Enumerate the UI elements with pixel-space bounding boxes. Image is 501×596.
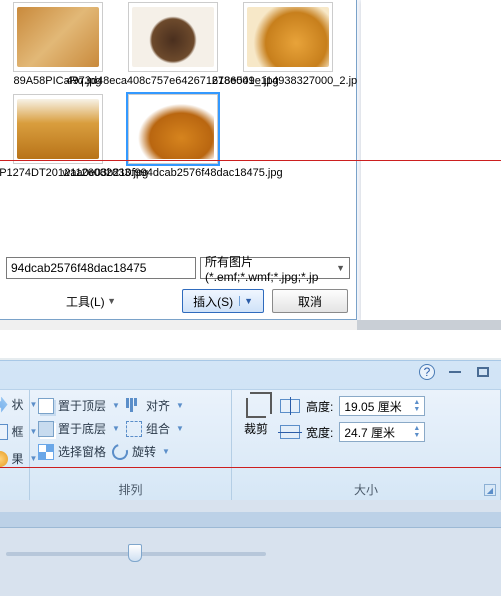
align-label: 对齐 <box>146 397 170 414</box>
width-input[interactable]: 24.7 厘米 ▲▼ <box>339 422 425 442</box>
chevron-down-icon: ▼ <box>112 424 120 433</box>
thumbnail-filename: waa0e03b210f994dcab2576f48dac18475.jpg <box>62 167 282 180</box>
group-icon <box>126 421 142 437</box>
tools-label: 工具(L) <box>66 293 105 310</box>
cancel-button[interactable]: 取消 <box>272 289 348 313</box>
frame-icon <box>0 424 8 440</box>
document-area <box>357 0 501 330</box>
filetype-filter-text: 所有图片(*.emf;*.wmf;*.jpg;*.jp <box>205 253 336 284</box>
ribbon-group-arrange: 置于顶层 ▼ 对齐 ▼ 置于底层 ▼ 组合 ▼ 选择窗格 旋转 ▼ 排列 <box>30 390 232 500</box>
mid-gap <box>0 330 501 360</box>
shapes-icon <box>0 397 8 413</box>
chevron-down-icon: ▼ <box>105 296 116 306</box>
chevron-down-icon: ▼ <box>162 447 170 456</box>
selection-pane-icon <box>38 444 54 460</box>
window-controls: ? <box>417 363 493 381</box>
crop-icon <box>246 398 266 418</box>
align-icon <box>126 398 142 414</box>
help-icon[interactable]: ? <box>417 363 437 381</box>
group-button[interactable]: 组合 ▼ <box>126 420 184 437</box>
partial-label: 框 <box>12 423 24 440</box>
cancel-button-label: 取消 <box>298 293 322 310</box>
group-label: 组合 <box>146 420 170 437</box>
spinner-icon[interactable]: ▲▼ <box>413 425 420 439</box>
bring-front-label: 置于顶层 <box>58 397 106 414</box>
crop-button[interactable]: 裁剪 <box>240 396 272 442</box>
effects-icon <box>0 451 8 467</box>
ribbon-group-size: 裁剪 高度: 19.05 厘米 ▲▼ 宽度: <box>232 390 501 500</box>
horizontal-ruler[interactable] <box>0 512 501 528</box>
chevron-down-icon: ▼ <box>176 424 184 433</box>
selection-pane-button[interactable]: 选择窗格 <box>38 443 106 460</box>
width-icon <box>280 425 300 439</box>
rotate-icon <box>109 441 131 463</box>
ribbon: ? 状▼ 框▼ 果▼ 置于顶层 ▼ 对齐 ▼ 置于底层 ▼ 组合 ▼ 选择窗格 旋转 ▼ … <box>0 360 501 500</box>
filename-input[interactable] <box>6 257 196 279</box>
thumbnail-item-selected[interactable]: waa0e03b210f994dcab2576f48dac18475.jpg <box>125 94 220 180</box>
width-value: 24.7 厘米 <box>344 424 395 441</box>
filetype-filter[interactable]: 所有图片(*.emf;*.wmf;*.jpg;*.jp ▼ <box>200 257 350 279</box>
ribbon-group-partial: 状▼ 框▼ 果▼ <box>0 390 30 500</box>
annotation-line <box>0 160 501 161</box>
page-gap <box>357 320 501 330</box>
rotate-label: 旋转 <box>132 443 156 460</box>
width-label: 宽度: <box>306 424 333 441</box>
partial-label: 果 <box>12 450 24 467</box>
width-row: 宽度: 24.7 厘米 ▲▼ <box>280 422 425 442</box>
height-label: 高度: <box>306 398 333 415</box>
insert-button[interactable]: 插入(S) ▼ <box>182 289 264 313</box>
height-value: 19.05 厘米 <box>344 398 401 415</box>
ruler-area <box>0 500 501 596</box>
chevron-down-icon: ▼ <box>112 401 120 410</box>
maximize-icon[interactable] <box>473 363 493 381</box>
insert-button-label: 插入(S) <box>193 293 233 310</box>
group-title-size: 大小 <box>232 481 500 498</box>
chevron-down-icon: ▼ <box>336 263 345 273</box>
selection-pane-label: 选择窗格 <box>58 443 106 460</box>
filename-row: 所有图片(*.emf;*.wmf;*.jpg;*.jp ▼ <box>0 255 356 281</box>
thumbnail-row-1: 89A58PICaRq.jpg 4973d48eca408c757e642671… <box>10 2 350 88</box>
annotation-line <box>0 467 501 468</box>
send-to-back-button[interactable]: 置于底层 ▼ <box>38 420 120 437</box>
height-input[interactable]: 19.05 厘米 ▲▼ <box>339 396 425 416</box>
dialog-button-row: 工具(L) ▼ 插入(S) ▼ 取消 <box>0 289 356 313</box>
thumbnail-item[interactable]: 4973d48eca408c757e642671618e549e.jpg <box>125 2 220 88</box>
partial-label: 状 <box>12 396 24 413</box>
minimize-icon[interactable] <box>445 363 465 381</box>
crop-label: 裁剪 <box>244 420 268 437</box>
height-icon <box>280 399 300 413</box>
height-row: 高度: 19.05 厘米 ▲▼ <box>280 396 425 416</box>
rotate-button[interactable]: 旋转 ▼ <box>112 443 170 460</box>
send-back-label: 置于底层 <box>58 420 106 437</box>
bring-to-front-button[interactable]: 置于顶层 ▼ <box>38 397 120 414</box>
group-title-arrange: 排列 <box>30 481 231 498</box>
bring-front-icon <box>38 398 54 414</box>
thumbnail-row-2: U9106P1274DT20121126082833.jpg waa0e03b2… <box>10 94 350 180</box>
tools-dropdown[interactable]: 工具(L) ▼ <box>8 293 116 310</box>
chevron-down-icon: ▼ <box>176 401 184 410</box>
ribbon-body: 状▼ 框▼ 果▼ 置于顶层 ▼ 对齐 ▼ 置于底层 ▼ 组合 ▼ 选择窗格 旋转 ▼ 排列 <box>0 389 501 500</box>
thumbnail-filename: 2786001_114938327000_2.jpg <box>212 75 364 88</box>
slider-thumb[interactable] <box>128 544 142 562</box>
insert-split-arrow[interactable]: ▼ <box>239 296 257 306</box>
thumbnail-item[interactable]: 2786001_114938327000_2.jpg <box>240 2 335 88</box>
dialog-launcher-icon[interactable]: ◢ <box>484 484 496 496</box>
align-button[interactable]: 对齐 ▼ <box>126 397 184 414</box>
spinner-icon[interactable]: ▲▼ <box>413 399 420 413</box>
send-back-icon <box>38 421 54 437</box>
